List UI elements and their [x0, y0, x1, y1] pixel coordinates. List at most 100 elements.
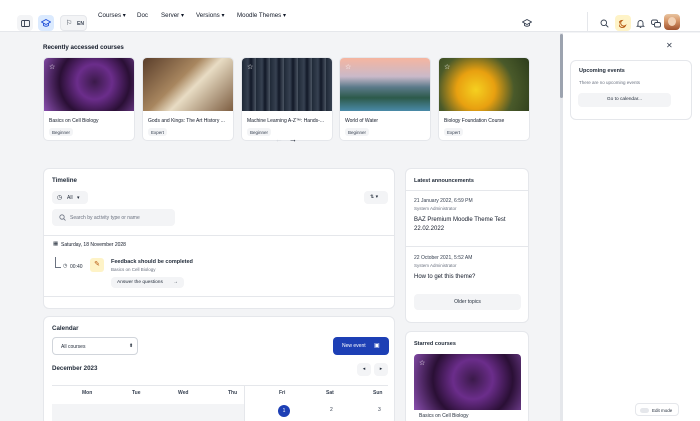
avatar[interactable]	[664, 14, 680, 30]
announcements-title: Latest announcements	[414, 178, 474, 184]
post-title[interactable]: BAZ Premium Moodle Theme Test 22.02.2022	[414, 216, 526, 234]
divider	[587, 12, 588, 32]
course-card[interactable]: Gods and Kings: The Art History ... Expe…	[142, 57, 234, 141]
divider	[406, 190, 528, 191]
starred-courses-block: Starred courses ☆ Basics on Cell Biology	[405, 331, 529, 421]
course-name[interactable]: Basics on Cell Biology	[419, 413, 468, 419]
upcoming-events-block: Upcoming events There are no upcoming ev…	[570, 60, 692, 120]
course-image: ☆	[242, 58, 332, 111]
day-header: Wed	[178, 390, 189, 396]
edit-mode-toggle[interactable]: Edit mode	[635, 403, 679, 416]
star-icon[interactable]: ☆	[345, 63, 351, 71]
go-to-calendar-button[interactable]: Go to calendar...	[578, 93, 671, 107]
course-image[interactable]: ☆	[414, 354, 521, 410]
course-card[interactable]: ☆ Machine Learning A-Z™: Hands-... Begin…	[241, 57, 333, 141]
next-arrow-icon[interactable]: →	[289, 135, 297, 144]
sort-dropdown[interactable]: ⇅ ▾	[364, 191, 388, 204]
level-badge: Expert	[148, 128, 168, 136]
level-badge: Beginner	[345, 128, 370, 136]
nav-moodle-themes[interactable]: Moodle Themes ▾	[237, 12, 286, 19]
star-icon[interactable]: ☆	[444, 63, 450, 71]
course-card[interactable]: ☆ Basics on Cell Biology Beginner	[43, 57, 135, 141]
calendar-block: Calendar All courses ⬍ New event ▣ Decem…	[43, 316, 395, 421]
course-image: ☆	[439, 58, 529, 111]
post-author: System Administrator	[414, 263, 457, 268]
sidebar-toggle-button[interactable]	[17, 15, 33, 31]
messages-icon[interactable]	[648, 15, 664, 31]
star-icon[interactable]: ☆	[419, 359, 425, 367]
course-name: World of Water	[345, 118, 379, 124]
star-icon[interactable]: ☆	[247, 63, 253, 71]
divider	[406, 246, 528, 247]
post-author: System Administrator	[414, 206, 457, 211]
search-input[interactable]: Search by activity type or name	[52, 209, 175, 226]
level-badge: Beginner	[247, 128, 272, 136]
course-card[interactable]: ☆ World of Water Beginner	[339, 57, 431, 141]
course-name: Basics on Cell Biology	[49, 118, 99, 124]
top-navbar: ⚐ EN Courses ▾ Doc Server ▾ Versions ▾ M…	[0, 0, 700, 32]
toggle-switch[interactable]	[640, 407, 649, 413]
prev-month-icon[interactable]: ◂	[357, 363, 371, 376]
timeline-title: Timeline	[52, 177, 77, 184]
course-card[interactable]: ☆ Biology Foundation Course Expert	[438, 57, 530, 141]
day-header: Sat	[326, 390, 334, 396]
dark-mode-toggle-icon[interactable]	[615, 15, 631, 31]
edit-mode-label: Edit mode	[652, 407, 673, 413]
nav-versions[interactable]: Versions ▾	[196, 12, 225, 19]
star-icon[interactable]: ☆	[49, 63, 55, 71]
nav-courses[interactable]: Courses ▾	[98, 12, 126, 19]
course-image	[143, 58, 233, 111]
event-time: 00:40	[70, 263, 83, 270]
graduation-cap-icon	[41, 19, 51, 27]
older-topics-label: Older topics	[454, 299, 481, 305]
action-label: Answer the questions	[117, 279, 163, 285]
today-date[interactable]: 1	[278, 405, 290, 417]
month-label: December 2023	[52, 365, 98, 372]
right-drawer: ✕ Upcoming events There are no upcoming …	[563, 33, 700, 421]
level-badge: Beginner	[49, 128, 74, 136]
clock-icon: ◷	[63, 263, 68, 269]
day-header: Thu	[228, 390, 238, 396]
notification-bell-icon[interactable]	[632, 15, 648, 31]
course-select[interactable]: All courses ⬍	[52, 337, 138, 355]
dashboard-icon[interactable]	[519, 15, 535, 31]
search-icon[interactable]	[596, 15, 612, 31]
go-to-calendar-label: Go to calendar...	[606, 97, 643, 102]
starred-title: Starred courses	[414, 341, 456, 347]
home-logo-button[interactable]	[38, 15, 54, 31]
calendar-date[interactable]: 2	[330, 407, 333, 413]
timeline-filter-dropdown[interactable]: ◷ All ▾	[52, 191, 88, 204]
post-date: 22 October 2021, 5:52 AM	[414, 255, 473, 261]
feedback-icon: ✎	[90, 258, 104, 272]
upcoming-empty: There are no upcoming events	[579, 80, 641, 85]
search-icon	[59, 214, 66, 221]
calendar-date[interactable]: 3	[378, 407, 381, 413]
course-select-value: All courses	[61, 343, 86, 350]
course-name: Gods and Kings: The Art History ...	[148, 118, 225, 124]
new-event-label: New event	[342, 342, 366, 349]
clock-icon: ◷	[57, 194, 63, 201]
post-title[interactable]: How to get this theme?	[414, 274, 475, 280]
language-label: EN	[77, 20, 84, 27]
recent-courses-title: Recently accessed courses	[43, 44, 124, 51]
prev-arrow-icon[interactable]: ←	[275, 135, 283, 144]
next-month-icon[interactable]: ▸	[374, 363, 388, 376]
day-header: Sun	[373, 390, 383, 396]
nav-doc[interactable]: Doc	[137, 12, 148, 19]
calendar-title: Calendar	[52, 325, 79, 332]
older-topics-button[interactable]: Older topics	[414, 294, 521, 310]
event-title[interactable]: Feedback should be completed	[111, 259, 193, 265]
language-button[interactable]: ⚐ EN	[60, 15, 87, 31]
calendar-add-icon: ▣	[374, 342, 380, 349]
close-icon[interactable]: ✕	[666, 41, 673, 50]
divider	[44, 296, 394, 297]
arrow-right-icon: →	[173, 279, 178, 285]
day-header: Tue	[132, 390, 141, 396]
divider	[44, 235, 394, 236]
calendar-icon: ▦	[53, 241, 59, 247]
day-header: Mon	[82, 390, 93, 396]
nav-server[interactable]: Server ▾	[161, 12, 184, 19]
divider	[52, 385, 388, 386]
action-button[interactable]: Answer the questions →	[111, 277, 184, 288]
new-event-button[interactable]: New event ▣	[333, 337, 389, 355]
